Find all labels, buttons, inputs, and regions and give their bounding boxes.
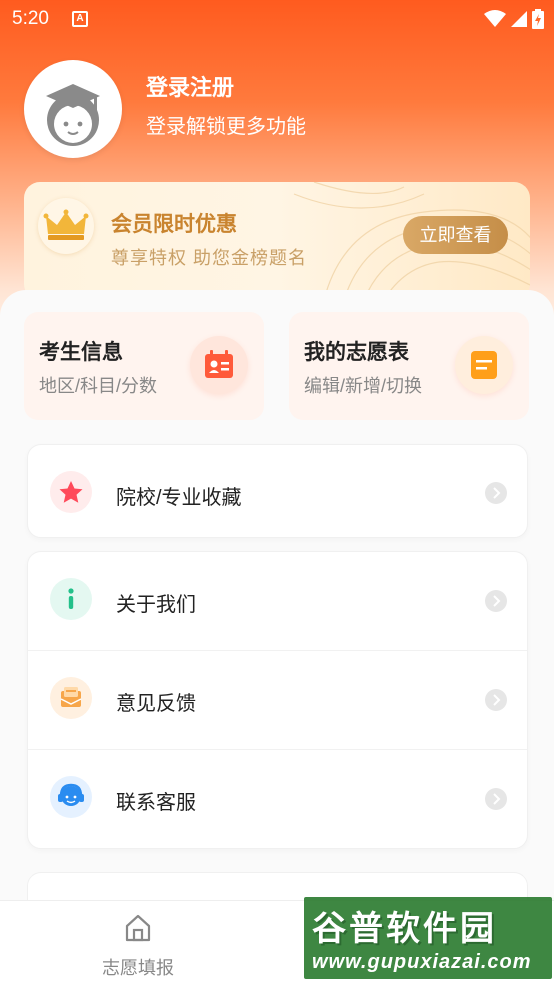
battery-icon — [532, 9, 544, 29]
headset-icon — [50, 776, 92, 818]
student-info-title: 考生信息 — [39, 341, 123, 364]
student-info-subtitle: 地区/科目/分数 — [39, 376, 158, 396]
watermark-title: 谷普软件园 — [312, 910, 497, 948]
crown-badge — [38, 198, 94, 254]
chevron-right-icon — [485, 788, 507, 810]
vip-title: 会员限时优惠 — [111, 213, 237, 236]
tab-volunteer-fill[interactable]: 志愿填报 — [86, 911, 190, 980]
star-icon — [50, 471, 92, 513]
my-wishlist-title: 我的志愿表 — [304, 341, 409, 364]
student-avatar-icon — [46, 84, 100, 146]
signal-icon — [511, 11, 527, 27]
note-icon — [455, 336, 513, 394]
tab-label: 志愿填报 — [102, 958, 174, 978]
wifi-icon — [484, 10, 506, 27]
id-card-icon — [190, 336, 248, 394]
chevron-right-icon — [485, 689, 507, 711]
login-subtitle: 登录解锁更多功能 — [146, 116, 306, 138]
vip-subtitle: 尊享特权 助您金榜题名 — [111, 248, 307, 268]
about-label: 关于我们 — [116, 594, 196, 616]
home-icon — [125, 914, 151, 942]
notification-icon: A — [72, 11, 88, 27]
info-icon — [50, 578, 92, 620]
my-wishlist-card[interactable]: 我的志愿表 编辑/新增/切换 — [289, 312, 529, 420]
chevron-right-icon — [485, 482, 507, 504]
favorites-label: 院校/专业收藏 — [116, 487, 242, 509]
favorites-group: 院校/专业收藏 — [27, 444, 528, 538]
list-item-favorites[interactable]: 院校/专业收藏 — [28, 445, 527, 537]
status-bar: 5:20 A — [0, 0, 554, 40]
settings-group: 关于我们 意见反馈 联系客服 — [27, 551, 528, 849]
vip-promo-card[interactable]: 会员限时优惠 尊享特权 助您金榜题名 立即查看 — [24, 182, 530, 300]
avatar[interactable] — [24, 60, 122, 158]
chevron-right-icon — [485, 590, 507, 612]
student-info-card[interactable]: 考生信息 地区/科目/分数 — [24, 312, 264, 420]
feedback-icon — [50, 677, 92, 719]
list-item-feedback[interactable]: 意见反馈 — [28, 650, 527, 749]
view-now-button[interactable]: 立即查看 — [403, 216, 508, 254]
watermark-url: www.gupuxiazai.com — [312, 951, 532, 973]
status-time: 5:20 — [12, 8, 49, 29]
watermark: 谷普软件园 www.gupuxiazai.com — [304, 897, 552, 979]
login-title[interactable]: 登录注册 — [146, 70, 234, 102]
customer-service-label: 联系客服 — [116, 792, 196, 814]
crown-icon — [43, 209, 89, 240]
my-wishlist-subtitle: 编辑/新增/切换 — [304, 376, 423, 396]
list-item-customer-service[interactable]: 联系客服 — [28, 749, 527, 848]
feedback-label: 意见反馈 — [116, 693, 196, 715]
list-item-about[interactable]: 关于我们 — [28, 552, 527, 650]
